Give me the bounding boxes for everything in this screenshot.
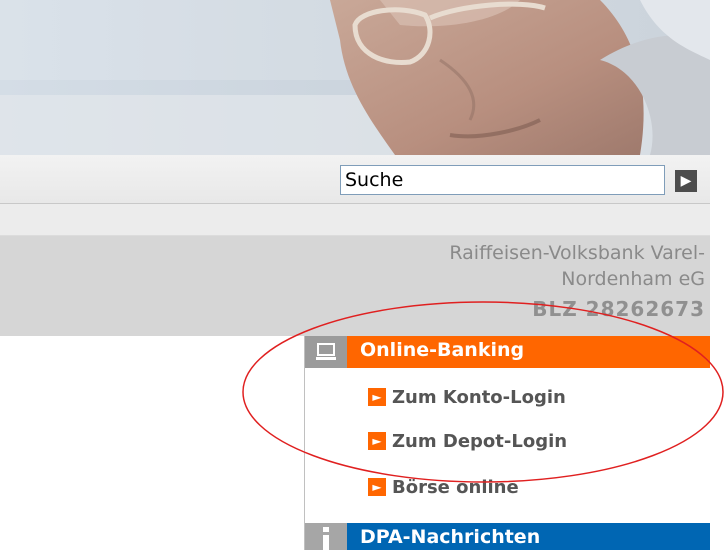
nav-header-dpa-news[interactable]: DPA-Nachrichten [305, 523, 710, 550]
arrow-right-icon: ► [368, 388, 386, 406]
konto-login-label: Zum Konto-Login [392, 386, 566, 408]
computer-icon [305, 336, 347, 368]
search-submit-button[interactable]: ▶ [675, 170, 697, 192]
bank-name-line1: Raiffeisen-Volksbank Varel- [449, 242, 705, 264]
nav-header-label: DPA-Nachrichten [360, 526, 541, 548]
depot-login-label: Zum Depot-Login [392, 430, 568, 452]
arrow-right-icon: ▶ [680, 173, 692, 189]
nav-header-label: Online-Banking [360, 339, 525, 361]
arrow-right-icon: ► [368, 478, 386, 496]
bank-name-line2: Nordenham eG [561, 268, 705, 290]
info-icon [305, 523, 347, 550]
bank-name: Raiffeisen-Volksbank Varel- Nordenham eG [449, 240, 705, 292]
header-photo [0, 0, 710, 155]
boerse-online-label: Börse online [392, 476, 519, 498]
bank-code: BLZ 28262673 [532, 297, 705, 321]
nav-divider [304, 336, 305, 550]
nav-header-online-banking[interactable]: Online-Banking [305, 336, 710, 368]
konto-login-link[interactable]: ► Zum Konto-Login [368, 384, 566, 410]
arrow-right-icon: ► [368, 432, 386, 450]
divider-strip [0, 204, 710, 236]
depot-login-link[interactable]: ► Zum Depot-Login [368, 428, 567, 454]
search-input[interactable] [340, 165, 665, 195]
boerse-online-link[interactable]: ► Börse online [368, 474, 519, 500]
